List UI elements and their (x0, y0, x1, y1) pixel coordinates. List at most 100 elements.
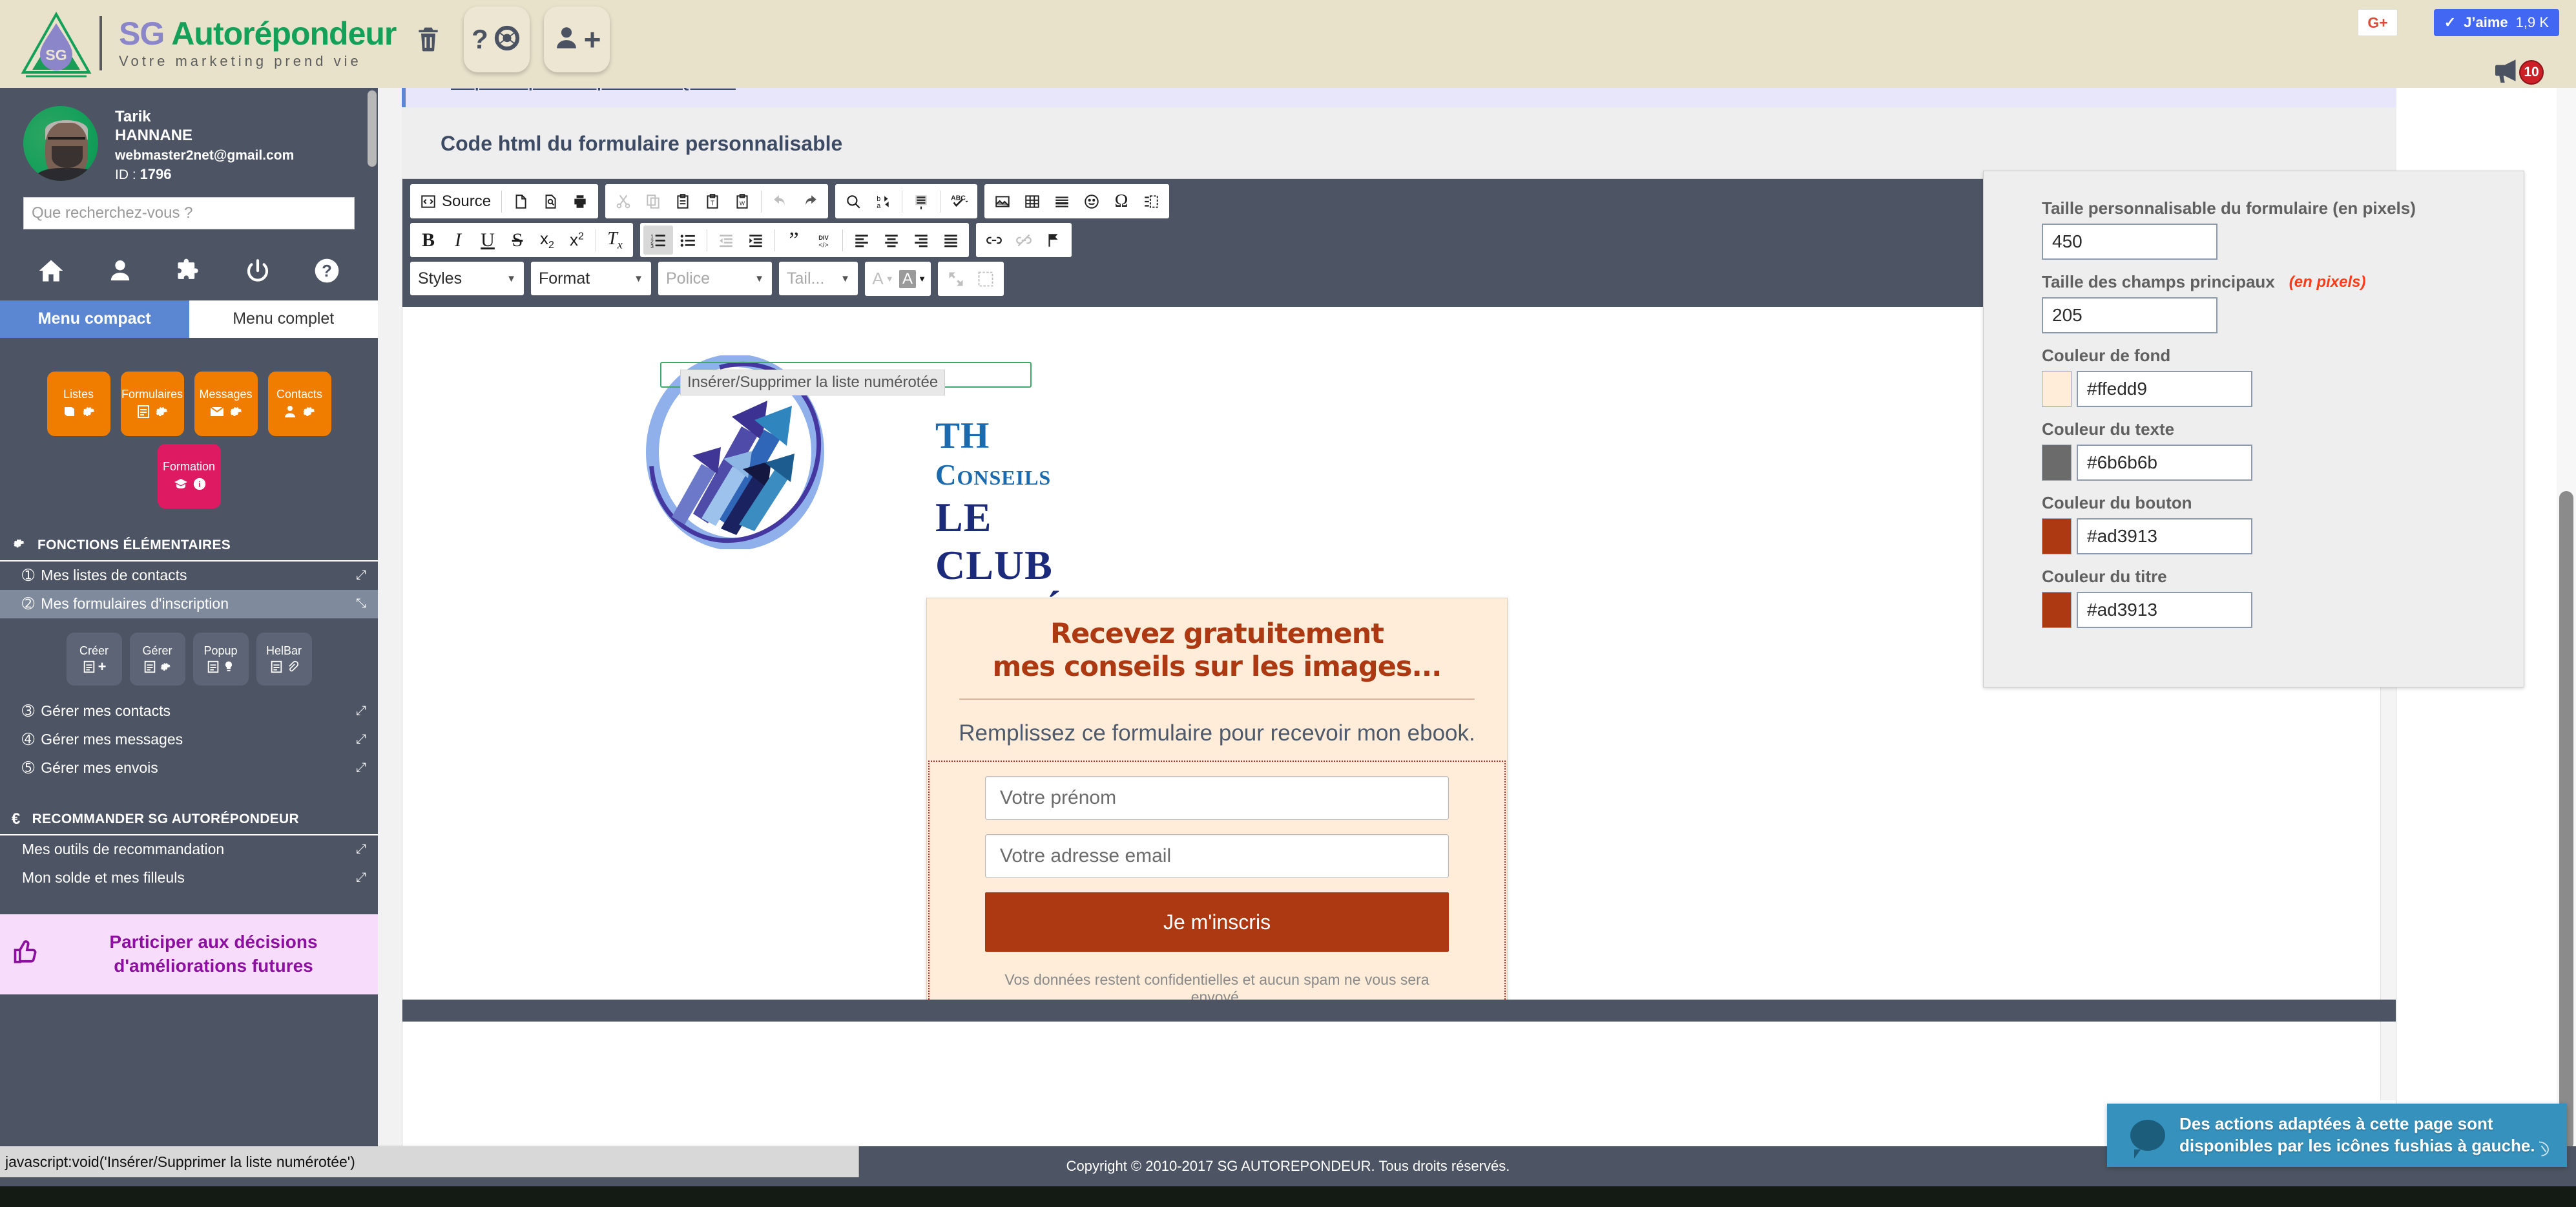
paste-word-icon[interactable]: W (727, 187, 757, 216)
subtile-popup[interactable]: Popup (192, 632, 249, 686)
format-dropdown[interactable]: Format ▼ (531, 262, 651, 295)
remove-format-icon[interactable]: Tx (600, 226, 630, 255)
add-user-button[interactable]: + (544, 6, 610, 72)
expand-icon[interactable]: ⤢ (356, 568, 366, 583)
bulleted-list-icon[interactable] (673, 226, 703, 255)
chat-notification-widget[interactable]: × Des actions adaptées à cette page sont… (2107, 1078, 2567, 1167)
brand-logo[interactable]: SG SG Autorépondeur Votre marketing pren… (18, 5, 397, 81)
table-icon[interactable] (1017, 187, 1047, 216)
bold-icon[interactable]: B (413, 226, 443, 255)
cut-icon[interactable] (608, 187, 638, 216)
expand-icon[interactable]: ⤢ (356, 842, 366, 857)
link-icon[interactable] (979, 226, 1009, 255)
subtile-helbar[interactable]: HelBar (256, 632, 312, 686)
blockquote-icon[interactable]: ” (779, 226, 809, 255)
text-color-input[interactable]: #6b6b6b (2077, 445, 2252, 481)
redo-icon[interactable] (795, 187, 825, 216)
print-icon[interactable] (565, 187, 595, 216)
maximize-icon[interactable] (941, 264, 971, 293)
search-input[interactable]: Que recherchez-vous ? (23, 196, 355, 229)
home-icon[interactable] (26, 246, 76, 295)
source-icon[interactable]: Source (413, 187, 497, 216)
bg-color-swatch[interactable] (2042, 371, 2072, 407)
button-color-swatch[interactable] (2042, 518, 2072, 554)
numbered-list-icon[interactable]: 123 (643, 226, 673, 255)
tile-formulaires[interactable]: Formulaires (120, 371, 184, 436)
collapse-icon[interactable]: ⤡ (356, 596, 366, 611)
qrcode-link[interactable]: Cliquez ici pour récupérer votre QRcode (451, 88, 736, 91)
copy-icon[interactable] (638, 187, 668, 216)
align-center-icon[interactable] (877, 226, 906, 255)
preview-icon[interactable] (535, 187, 565, 216)
outdent-icon[interactable] (711, 226, 741, 255)
page-scrollbar-thumb[interactable] (2559, 491, 2573, 1150)
undo-icon[interactable] (765, 187, 795, 216)
paste-icon[interactable] (668, 187, 698, 216)
subtile-creer[interactable]: Créer + (66, 632, 122, 686)
text-color-icon[interactable]: A ▼ (868, 264, 898, 293)
user-icon[interactable] (96, 246, 145, 295)
horizontal-rule-icon[interactable] (1047, 187, 1077, 216)
spellcheck-icon[interactable]: ABC (944, 187, 974, 216)
field-size-input[interactable]: 205 (2042, 297, 2218, 333)
special-char-icon[interactable]: Ω (1106, 187, 1136, 216)
help-support-button[interactable]: ? (464, 6, 530, 72)
sidebar-item-mon-solde-et-mes-filleuls[interactable]: Mon solde et mes filleuls ⤢ (0, 864, 378, 892)
strikethrough-icon[interactable]: S (503, 226, 532, 255)
email-input[interactable]: Votre adresse email (985, 834, 1449, 879)
styles-dropdown[interactable]: Styles ▼ (410, 262, 524, 295)
tab-menu-complet[interactable]: Menu complet (189, 300, 378, 338)
anchor-icon[interactable] (1039, 226, 1068, 255)
subtile-gerer[interactable]: Gérer (129, 632, 185, 686)
sidebar-item-gerer-mes-messages[interactable]: ➃ Gérer mes messages ⤢ (0, 726, 378, 754)
font-dropdown[interactable]: Police ▼ (658, 262, 772, 295)
smiley-icon[interactable] (1077, 187, 1106, 216)
align-right-icon[interactable] (906, 226, 936, 255)
sidebar-item-mes-outils-de-recommandation[interactable]: Mes outils de recommandation ⤢ (0, 835, 378, 864)
sidebar-scrollbar[interactable] (368, 90, 377, 167)
close-icon[interactable]: × (2545, 1078, 2558, 1103)
select-all-icon[interactable] (906, 187, 936, 216)
unlink-icon[interactable] (1009, 226, 1039, 255)
tile-messages[interactable]: Messages (194, 371, 258, 436)
indent-icon[interactable] (741, 226, 771, 255)
promo-banner[interactable]: Participer aux décisions d'améliorations… (0, 914, 378, 994)
sidebar-item-gerer-mes-contacts[interactable]: ➂ Gérer mes contacts ⤢ (0, 697, 378, 726)
firstname-input[interactable]: Votre prénom (985, 776, 1449, 821)
sidebar-item-mes-listes-de-contacts[interactable]: ➀ Mes listes de contacts ⤢ (0, 562, 378, 590)
announcements-button[interactable]: 10 (2492, 57, 2544, 87)
text-color-swatch[interactable] (2042, 445, 2072, 481)
trash-icon[interactable] (407, 18, 450, 61)
tile-contacts[interactable]: Contacts (267, 371, 331, 436)
subscribe-button[interactable]: Je m'inscris (985, 892, 1449, 952)
sidebar-item-mes-formulaires-dinscription[interactable]: ➁ Mes formulaires d'inscription ⤡ (0, 589, 378, 618)
align-left-icon[interactable] (847, 226, 877, 255)
google-plus-button[interactable]: G+ (2358, 9, 2398, 36)
image-icon[interactable] (988, 187, 1017, 216)
facebook-like-button[interactable]: ✓ J’aime 1,9 K (2433, 9, 2559, 36)
paste-text-icon[interactable]: T (698, 187, 727, 216)
find-icon[interactable] (838, 187, 868, 216)
new-page-icon[interactable] (506, 187, 535, 216)
bg-color-input[interactable]: #ffedd9 (2077, 371, 2252, 407)
tab-menu-compact[interactable]: Menu compact (0, 300, 189, 338)
form-size-input[interactable]: 450 (2042, 224, 2218, 260)
subscript-icon[interactable]: x2 (532, 226, 562, 255)
expand-icon[interactable]: ⤢ (356, 732, 366, 747)
title-color-swatch[interactable] (2042, 592, 2072, 628)
page-break-icon[interactable] (1136, 187, 1166, 216)
underline-icon[interactable]: U (473, 226, 503, 255)
replace-icon[interactable]: ba (868, 187, 898, 216)
justify-icon[interactable] (936, 226, 966, 255)
tile-listes[interactable]: Listes (47, 371, 110, 436)
tile-formation[interactable]: Formation i (157, 443, 221, 509)
sidebar-item-gerer-mes-envois[interactable]: ➄ Gérer mes envois ⤢ (0, 754, 378, 782)
fontsize-dropdown[interactable]: Tail... ▼ (779, 262, 858, 295)
puzzle-icon[interactable] (164, 246, 213, 295)
expand-icon[interactable]: ⤢ (356, 870, 366, 885)
div-container-icon[interactable]: DIV </> (809, 226, 838, 255)
background-color-icon[interactable]: A ▼ (898, 264, 928, 293)
button-color-input[interactable]: #ad3913 (2077, 518, 2252, 554)
superscript-icon[interactable]: x2 (562, 226, 592, 255)
help-icon[interactable]: ? (302, 246, 351, 295)
